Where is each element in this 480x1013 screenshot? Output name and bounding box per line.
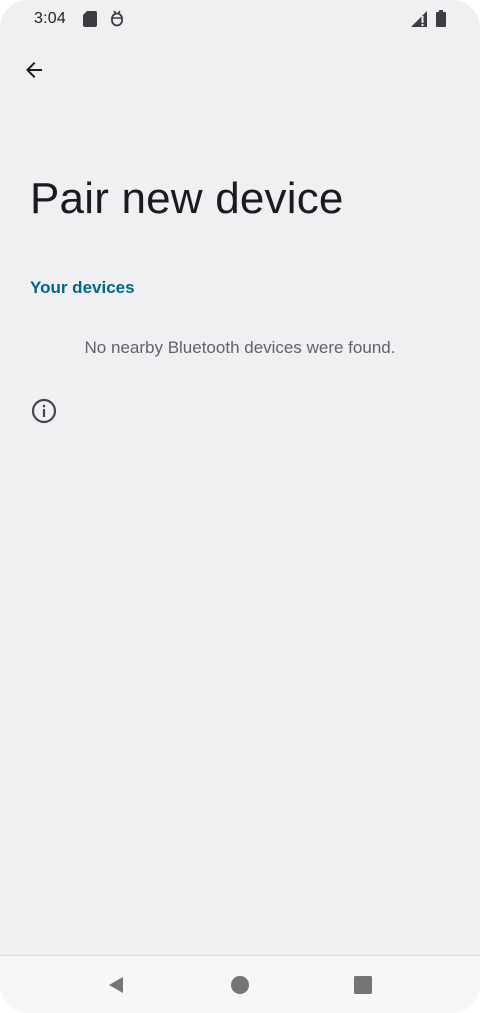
back-button[interactable] [14,50,54,90]
sd-card-icon [83,11,97,27]
signal-icon [411,11,427,27]
arrow-back-icon [26,62,42,78]
status-time: 3:04 [34,10,66,27]
nav-home-button[interactable] [225,970,255,1000]
nav-recents-button[interactable] [348,970,378,1000]
screen: 3:04 Pair new device Your devices No nea… [0,0,480,1013]
battery-icon [436,10,446,27]
status-bar: 3:04 [0,0,480,40]
info-icon [31,398,57,424]
back-triangle-icon [109,977,123,993]
recents-square-icon [354,976,372,994]
nav-back-button[interactable] [100,970,130,1000]
page-title: Pair new device [30,174,344,223]
empty-message: No nearby Bluetooth devices were found. [84,338,396,357]
section-header-your-devices: Your devices [30,278,135,297]
debug-icon [111,10,123,27]
navigation-bar [0,955,480,1013]
home-circle-icon [231,976,249,994]
